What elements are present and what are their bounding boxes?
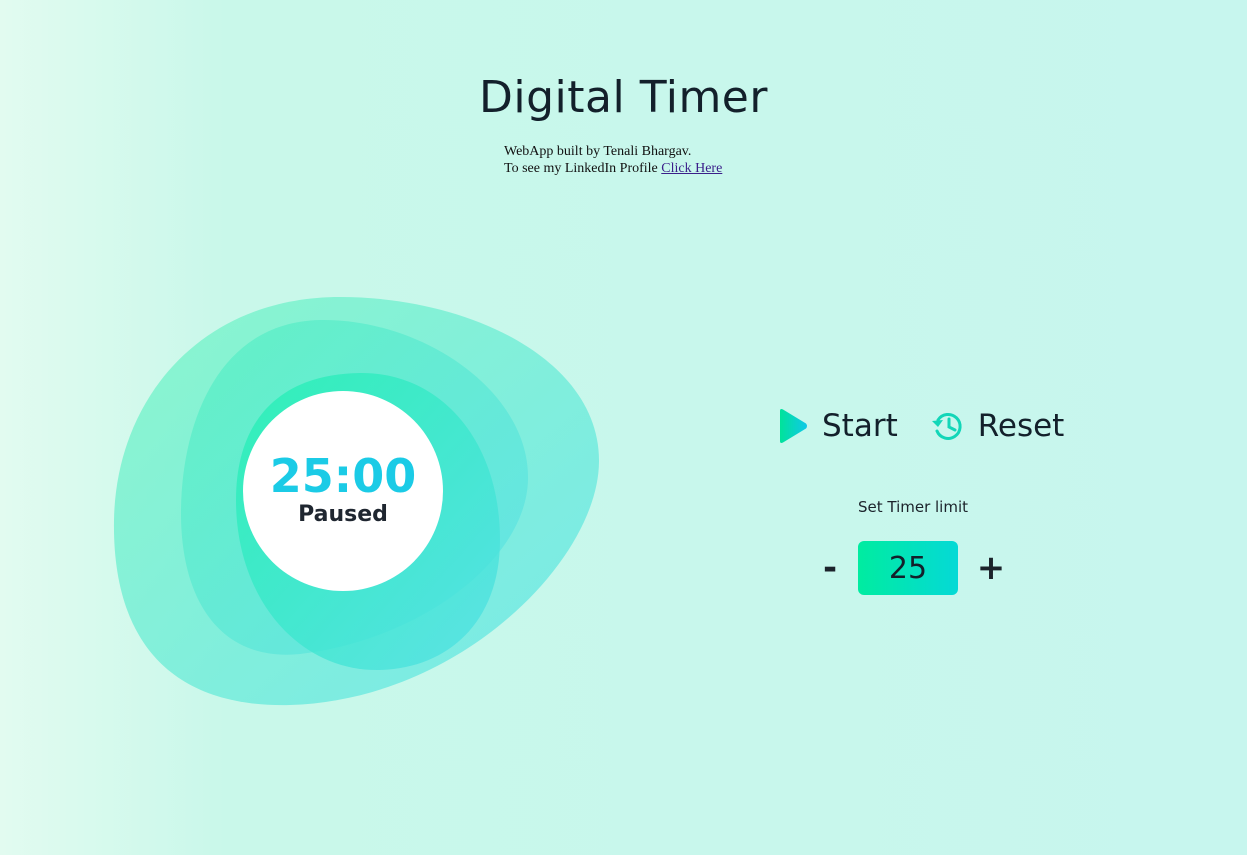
time-readout: 25:00 xyxy=(269,448,417,503)
reset-label: Reset xyxy=(977,408,1065,444)
timer-limit-value: 25 xyxy=(858,541,958,595)
history-icon xyxy=(930,408,966,444)
increment-button[interactable]: + xyxy=(976,541,1006,595)
play-icon xyxy=(774,408,810,444)
reset-button[interactable]: Reset xyxy=(930,408,1065,444)
timer-status: Paused xyxy=(298,501,388,527)
start-label: Start xyxy=(822,408,898,444)
decrement-button[interactable]: - xyxy=(815,541,845,595)
timer-display: 25:00 Paused xyxy=(243,391,443,591)
timer-limit-stepper: - 25 + xyxy=(815,541,1006,595)
timer-controls: Start Reset xyxy=(774,408,1064,444)
timer-limit-label: Set Timer limit xyxy=(857,498,969,516)
start-button[interactable]: Start xyxy=(774,408,898,444)
